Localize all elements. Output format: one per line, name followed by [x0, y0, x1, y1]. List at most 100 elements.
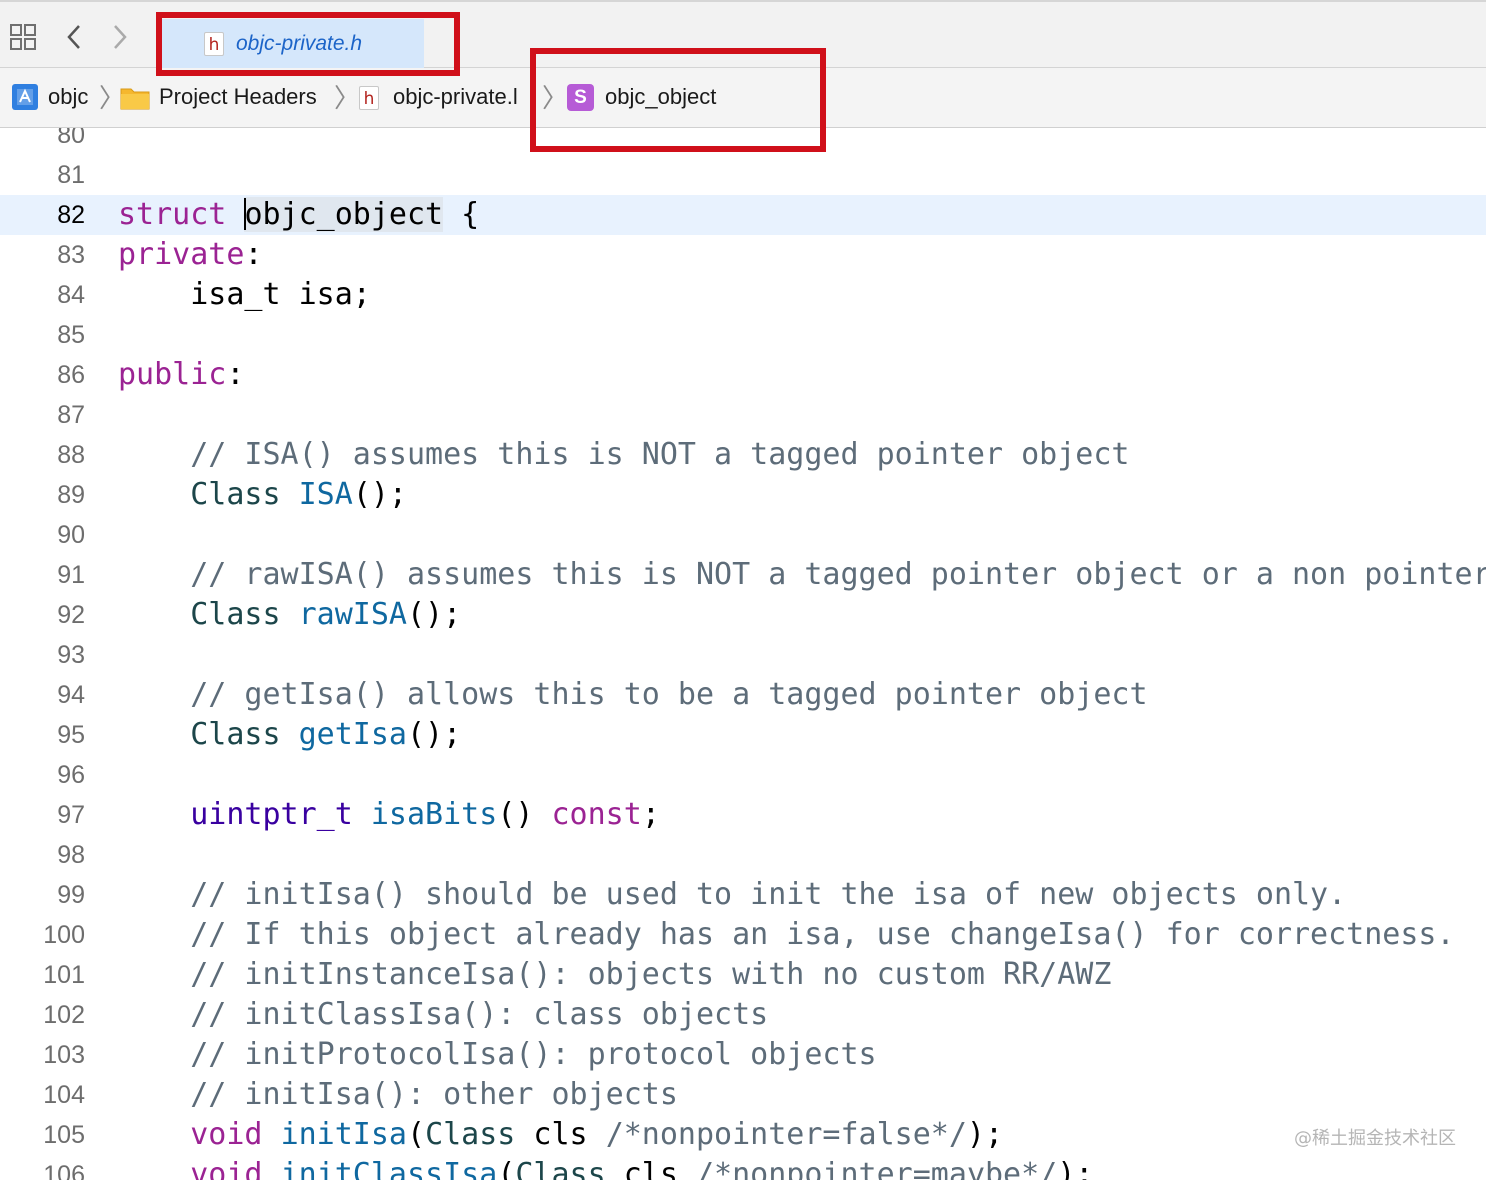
forward-chevron-icon[interactable] — [104, 22, 134, 52]
code-text: struct objc_object { — [118, 195, 479, 235]
line-number: 83 — [57, 241, 85, 269]
code-token: ); — [966, 1117, 1004, 1152]
code-line[interactable]: 100 // If this object already has an isa… — [0, 915, 1486, 955]
code-token: Class — [190, 477, 281, 512]
watermark: @稀土掘金技术社区 — [1294, 1128, 1456, 1149]
code-text: // initIsa() should be used to init the … — [118, 875, 1346, 915]
code-text: // initClassIsa(): class objects — [118, 995, 768, 1035]
code-line[interactable]: 82 struct objc_object { — [0, 195, 1486, 235]
line-number: 104 — [43, 1081, 85, 1109]
code-token: getIsa — [298, 717, 407, 752]
code-token: uintptr_t — [190, 797, 353, 832]
code-text: // initProtocolIsa(): protocol objects — [118, 1035, 876, 1075]
code-line[interactable]: 106 void initClassIsa(Class cls /*nonpoi… — [0, 1155, 1486, 1180]
code-text: Class ISA(); — [118, 475, 407, 515]
code-line[interactable]: 102 // initClassIsa(): class objects — [0, 995, 1486, 1035]
grid-icon[interactable] — [8, 22, 38, 52]
code-line[interactable]: 104 // initIsa(): other objects — [0, 1075, 1486, 1115]
code-token: rawISA — [298, 597, 407, 632]
code-line[interactable]: 86 public: — [0, 355, 1486, 395]
code-line[interactable]: 91 // rawISA() assumes this is NOT a tag… — [0, 555, 1486, 595]
breadcrumb-item-objc-private-h[interactable]: objc-private.l — [393, 82, 533, 112]
line-number: 101 — [43, 961, 85, 989]
code-token: private — [118, 237, 245, 272]
tab-objc-private-h[interactable]: h objc-private.h — [162, 19, 424, 69]
breadcrumb-item-objc-object[interactable]: objc_object — [605, 82, 716, 112]
code-token: // If this object already has an isa, us… — [118, 917, 1455, 952]
code-line[interactable]: 88 // ISA() assumes this is NOT a tagged… — [0, 435, 1486, 475]
line-number: 88 — [57, 441, 85, 469]
code-token: : — [244, 237, 263, 272]
code-token: Class — [425, 1117, 516, 1152]
code-text: void initIsa(Class cls /*nonpointer=fals… — [118, 1115, 1003, 1155]
code-line[interactable]: 92 Class rawISA(); — [0, 595, 1486, 635]
breadcrumb: objc 〉 Project Headers 〉 h objc-private.… — [0, 68, 1486, 128]
code-token: isa_t isa; — [118, 277, 371, 312]
code-token: initIsa — [280, 1117, 407, 1152]
code-token: void — [190, 1117, 263, 1152]
code-line[interactable]: 90 — [0, 515, 1486, 555]
code-token: // rawISA() assumes this is NOT a tagged… — [118, 557, 1486, 592]
code-token: cls — [515, 1117, 606, 1152]
code-line[interactable]: 96 — [0, 755, 1486, 795]
code-token: // getIsa() allows this to be a tagged p… — [118, 677, 1148, 712]
code-line[interactable]: 89 Class ISA(); — [0, 475, 1486, 515]
code-token: // ISA() assumes this is NOT a tagged po… — [118, 437, 1130, 472]
line-number: 105 — [43, 1121, 85, 1149]
line-number: 81 — [57, 161, 85, 189]
code-token: // initClassIsa(): class objects — [118, 997, 769, 1032]
code-token: const — [551, 797, 642, 832]
code-line[interactable]: 80 — [0, 128, 1486, 155]
code-token: ISA — [298, 477, 353, 512]
code-line[interactable]: 94 // getIsa() allows this to be a tagge… — [0, 675, 1486, 715]
code-token: (); — [407, 597, 462, 632]
line-number: 80 — [57, 128, 85, 149]
code-line[interactable]: 99 // initIsa() should be used to init t… — [0, 875, 1486, 915]
code-line[interactable]: 105 void initIsa(Class cls /*nonpointer=… — [0, 1115, 1486, 1155]
code-token: Class — [190, 717, 281, 752]
project-icon — [12, 84, 38, 110]
code-line[interactable]: 93 — [0, 635, 1486, 675]
code-text: Class rawISA(); — [118, 595, 461, 635]
code-line[interactable]: 84 isa_t isa; — [0, 275, 1486, 315]
back-chevron-icon[interactable] — [60, 22, 90, 52]
code-token: ( — [497, 1157, 516, 1180]
code-text: // ISA() assumes this is NOT a tagged po… — [118, 435, 1129, 475]
line-number: 102 — [43, 1001, 85, 1029]
code-text: // rawISA() assumes this is NOT a tagged… — [118, 555, 1486, 595]
code-line[interactable]: 81 — [0, 155, 1486, 195]
code-line[interactable]: 101 // initInstanceIsa(): objects with n… — [0, 955, 1486, 995]
code-token: (); — [407, 717, 462, 752]
breadcrumb-item-objc[interactable]: objc — [48, 82, 88, 112]
line-number: 98 — [57, 841, 85, 869]
code-line[interactable]: 87 — [0, 395, 1486, 435]
line-number: 85 — [57, 321, 85, 349]
code-token: /*nonpointer=false*/ — [605, 1117, 967, 1152]
code-line[interactable]: 97 uintptr_t isaBits() const; — [0, 795, 1486, 835]
line-number: 103 — [43, 1041, 85, 1069]
breadcrumb-separator: 〉 — [334, 84, 361, 114]
code-token: // initInstanceIsa(): objects with no cu… — [118, 957, 1112, 992]
code-token: cls — [605, 1157, 696, 1180]
code-token: ); — [1057, 1157, 1094, 1180]
line-number: 87 — [57, 401, 85, 429]
code-line[interactable]: 85 — [0, 315, 1486, 355]
text-cursor — [244, 197, 247, 230]
breadcrumb-item-project-headers[interactable]: Project Headers — [159, 82, 317, 112]
code-line[interactable]: 98 — [0, 835, 1486, 875]
code-text: Class getIsa(); — [118, 715, 461, 755]
code-line[interactable]: 95 Class getIsa(); — [0, 715, 1486, 755]
code-token: Class — [190, 597, 281, 632]
code-token: Class — [515, 1157, 606, 1180]
line-number: 89 — [57, 481, 85, 509]
code-line[interactable]: 103 // initProtocolIsa(): protocol objec… — [0, 1035, 1486, 1075]
code-line[interactable]: 83 private: — [0, 235, 1486, 275]
header-file-icon: h — [204, 32, 224, 56]
code-editor[interactable]: 80 81 82 struct objc_object { 83 private: 84 i… — [0, 128, 1486, 1180]
